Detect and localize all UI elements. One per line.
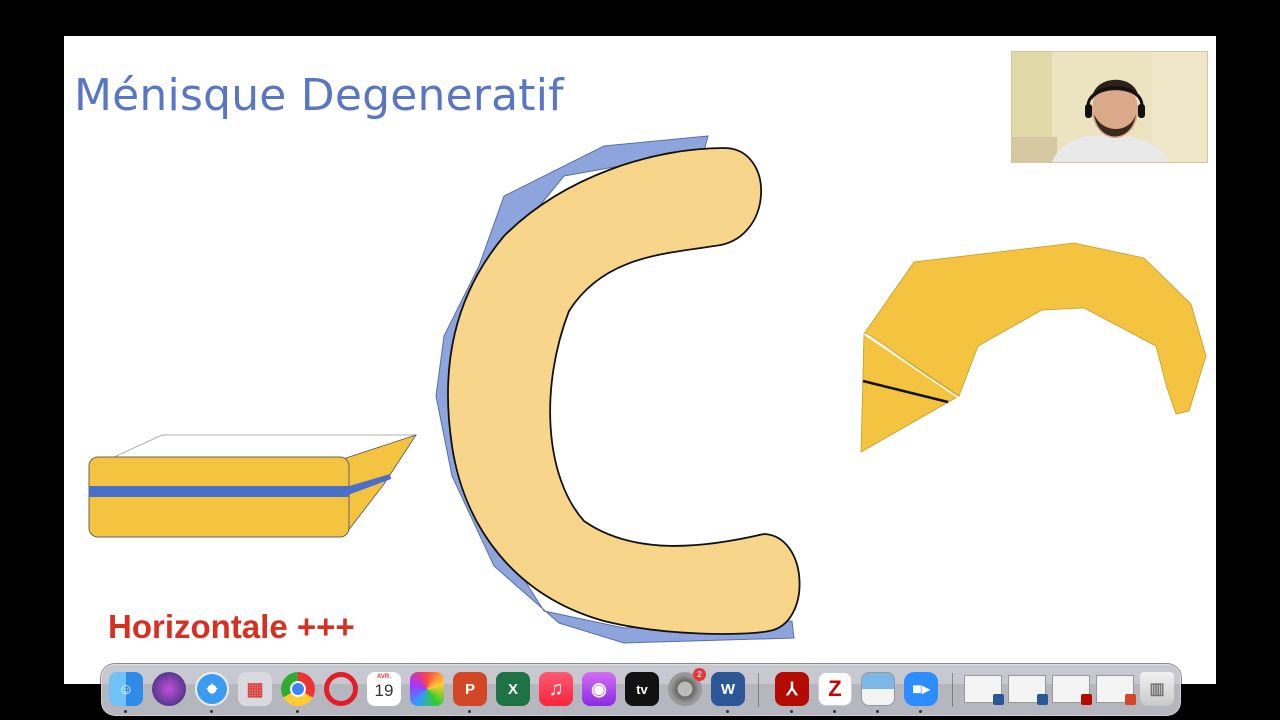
acrobat-icon[interactable]: ⅄	[775, 672, 809, 706]
word-icon	[1037, 694, 1048, 705]
running-indicator	[468, 710, 471, 713]
minimized-pdf-window[interactable]	[1096, 675, 1136, 705]
running-indicator	[833, 710, 836, 713]
opera-icon[interactable]	[324, 672, 358, 706]
running-indicator	[876, 710, 879, 713]
running-indicator	[296, 710, 299, 713]
word-icon[interactable]: W	[711, 672, 745, 706]
horizontal-tear-label: Horizontale +++	[108, 608, 355, 645]
calendar-icon[interactable]: AVR. 19	[367, 672, 401, 706]
running-indicator	[790, 710, 793, 713]
photos-icon[interactable]	[410, 672, 444, 706]
running-indicator	[919, 710, 922, 713]
running-indicator	[726, 710, 729, 713]
trash-icon[interactable]: ▥	[1140, 672, 1174, 706]
powerpoint-icon	[1125, 694, 1136, 705]
minimized-pdf-window[interactable]	[1052, 675, 1092, 705]
running-indicator	[210, 710, 213, 713]
minimized-word-window[interactable]	[1008, 675, 1048, 705]
preview-icon[interactable]	[861, 672, 895, 706]
excel-glyph: X	[507, 680, 518, 698]
powerpoint-glyph: P	[464, 680, 475, 698]
excel-icon[interactable]: X	[496, 672, 530, 706]
appletv-icon[interactable]: tv	[625, 672, 659, 706]
acrobat-icon	[1081, 694, 1092, 705]
macos-dock: ☺ ✧ ▦ AVR. 19 P X ♫ ◉ tv 2 W ⅄ Z ■▸ ▥	[101, 664, 1181, 716]
dock-separator	[758, 673, 759, 707]
notification-badge: 2	[693, 668, 706, 681]
siri-icon[interactable]	[152, 672, 186, 706]
appletv-glyph: tv	[636, 681, 648, 697]
presenter-avatar	[1012, 52, 1207, 162]
zotero-glyph: Z	[828, 676, 842, 701]
music-icon[interactable]: ♫	[539, 672, 573, 706]
powerpoint-icon[interactable]: P	[453, 672, 487, 706]
calendar-day: 19	[374, 681, 394, 700]
horizontal-tear-block-diagram	[88, 434, 417, 538]
podcasts-icon[interactable]: ◉	[582, 672, 616, 706]
presenter-webcam-feed	[1011, 51, 1208, 163]
meniscus-c-shape	[435, 135, 801, 644]
degenerative-meniscus-diagram	[860, 242, 1207, 453]
chrome-icon[interactable]	[281, 672, 315, 706]
music-glyph: ♫	[548, 677, 564, 700]
word-icon	[993, 694, 1004, 705]
system-preferences-icon[interactable]: 2	[668, 668, 706, 706]
finder-icon[interactable]: ☺	[109, 672, 143, 706]
minimized-word-window[interactable]	[964, 675, 1004, 705]
word-glyph: W	[720, 680, 736, 698]
zotero-icon[interactable]: Z	[818, 672, 852, 706]
safari-icon[interactable]: ✧	[195, 672, 229, 706]
dock-separator	[952, 673, 953, 707]
running-indicator	[124, 710, 127, 713]
launchpad-icon[interactable]: ▦	[238, 672, 272, 706]
zoom-icon[interactable]: ■▸	[904, 672, 938, 706]
